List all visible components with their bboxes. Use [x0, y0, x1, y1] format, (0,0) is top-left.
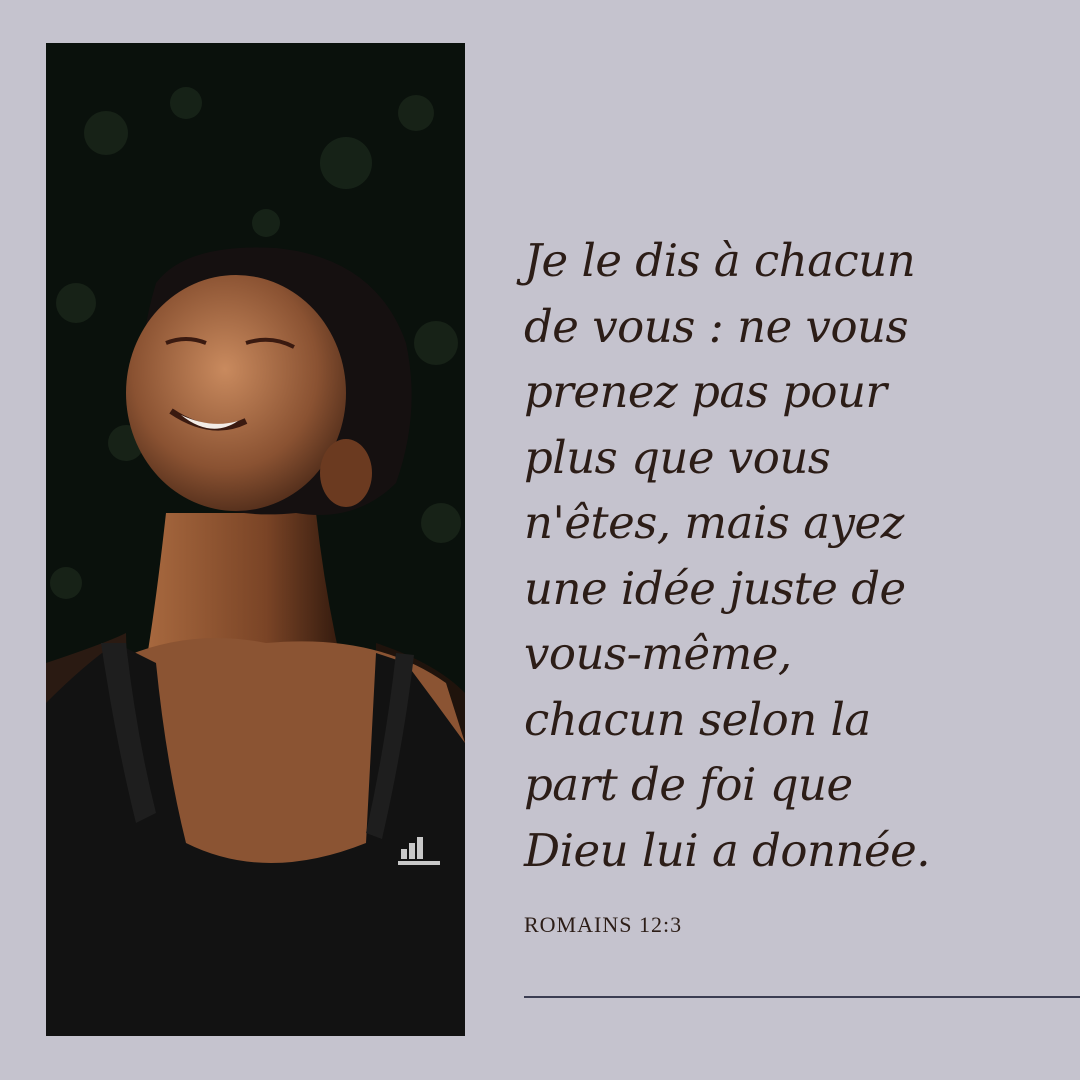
- quote-line: chacun selon la: [524, 692, 871, 746]
- quote-line: vous-même,: [524, 627, 792, 680]
- quote-line: Je le dis à chacun: [524, 234, 916, 287]
- quote-line: plus que vous: [524, 430, 831, 484]
- quote-line: part de foi que: [524, 758, 853, 811]
- quote-line: Dieu lui a donnée.: [524, 823, 931, 877]
- quote-line: n'êtes, mais ayez: [524, 496, 904, 549]
- woman-photo: [46, 43, 465, 1036]
- divider-line: [524, 996, 1080, 998]
- quote-line: une idée juste de: [524, 561, 906, 615]
- quote-line: prenez pas pour: [524, 365, 887, 418]
- scripture-quote: Je le dis à chacun de vous : ne vous pre…: [524, 228, 1044, 883]
- woman-photo-illustration: [46, 43, 465, 1036]
- scripture-reference: ROMAINS 12:3: [524, 912, 683, 937]
- quote-line: de vous : ne vous: [524, 299, 909, 353]
